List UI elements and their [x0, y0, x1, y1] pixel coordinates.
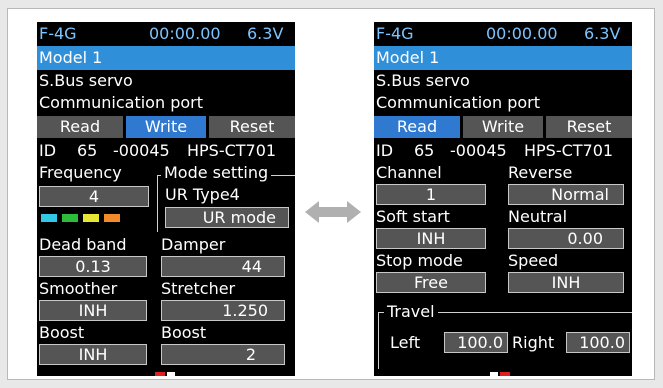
screen-title: S.Bus servo: [39, 71, 133, 90]
scroll-marker-red: [155, 372, 165, 376]
travel-left-field[interactable]: 100.0: [444, 332, 508, 353]
color-swatch-yellow: [83, 214, 99, 222]
write-button[interactable]: Write: [126, 116, 206, 138]
soft-start-label: Soft start: [376, 207, 450, 226]
screen-subtitle: Communication port: [376, 93, 540, 112]
id-value: 65: [414, 141, 435, 160]
reverse-field[interactable]: Normal: [508, 184, 624, 205]
voltage: 6.3V: [584, 24, 621, 43]
boost-label: Boost: [39, 323, 85, 342]
serial-number: -00045: [450, 141, 507, 160]
damper-field[interactable]: 44: [161, 256, 285, 277]
servo-model: HPS-CT701: [524, 141, 614, 160]
servo-screen-read: F-4G 00:00.00 6.3V Model 1 S.Bus servo C…: [374, 22, 632, 376]
stretcher-field[interactable]: 1.250: [161, 300, 285, 321]
travel-right-label: Right: [512, 333, 555, 352]
voltage: 6.3V: [247, 24, 284, 43]
travel-right-field[interactable]: 100.0: [566, 332, 630, 353]
neutral-field[interactable]: 0.00: [508, 228, 624, 249]
read-button[interactable]: Read: [37, 116, 123, 138]
timer: 00:00.00: [149, 24, 221, 43]
scroll-marker-white: [490, 372, 498, 376]
model-bar: Model 1: [37, 46, 295, 70]
reset-button[interactable]: Reset: [546, 116, 632, 138]
servo-model: HPS-CT701: [187, 141, 277, 160]
read-button[interactable]: Read: [374, 116, 460, 138]
speed-field[interactable]: INH: [508, 272, 624, 293]
model-name: Model 1: [39, 48, 103, 67]
boost-field[interactable]: INH: [39, 344, 147, 365]
speed-label: Speed: [508, 251, 559, 270]
dead-band-label: Dead band: [39, 235, 127, 254]
dead-band-field[interactable]: 0.13: [39, 256, 147, 277]
id-label: ID: [376, 141, 394, 160]
smoother-field[interactable]: INH: [39, 300, 147, 321]
frequency-field[interactable]: 4: [39, 186, 149, 207]
ur-mode-button[interactable]: UR mode: [165, 207, 289, 228]
id-value: 65: [77, 141, 98, 160]
travel-title: Travel: [384, 303, 438, 321]
travel-left-label: Left: [390, 333, 421, 352]
reverse-label: Reverse: [508, 163, 573, 182]
servo-screen-write: F-4G 00:00.00 6.3V Model 1 S.Bus servo C…: [37, 22, 295, 376]
frequency-label: Frequency: [39, 163, 122, 182]
status-bar: F-4G 00:00.00 6.3V: [374, 22, 632, 46]
color-swatch-green: [62, 214, 78, 222]
stretcher-label: Stretcher: [161, 279, 236, 298]
id-label: ID: [39, 141, 57, 160]
channel-label: Channel: [376, 163, 442, 182]
color-swatch-cyan: [41, 214, 57, 222]
timer: 00:00.00: [486, 24, 558, 43]
stop-mode-label: Stop mode: [376, 251, 463, 270]
damper-label: Damper: [161, 235, 226, 254]
model-code: F-4G: [376, 24, 414, 43]
mode-setting-title: Mode setting: [161, 164, 272, 182]
status-bar: F-4G 00:00.00 6.3V: [37, 22, 295, 46]
serial-number: -00045: [113, 141, 170, 160]
boost-level-field[interactable]: 2: [161, 344, 285, 365]
color-swatch-orange: [104, 214, 120, 222]
double-arrow-icon: [305, 201, 361, 223]
model-code: F-4G: [39, 24, 77, 43]
smoother-label: Smoother: [39, 279, 118, 298]
stop-mode-field[interactable]: Free: [376, 272, 486, 293]
mode-type: UR Type4: [165, 185, 240, 204]
soft-start-field[interactable]: INH: [376, 228, 486, 249]
screen-title: S.Bus servo: [376, 71, 470, 90]
neutral-label: Neutral: [508, 207, 568, 226]
channel-field[interactable]: 1: [376, 184, 486, 205]
write-button[interactable]: Write: [463, 116, 543, 138]
boost-level-label: Boost: [161, 323, 207, 342]
model-name: Model 1: [376, 48, 440, 67]
model-bar: Model 1: [374, 46, 632, 70]
scroll-marker-red: [500, 372, 510, 376]
reset-button[interactable]: Reset: [209, 116, 295, 138]
screen-subtitle: Communication port: [39, 93, 203, 112]
scroll-marker-white: [167, 372, 175, 376]
